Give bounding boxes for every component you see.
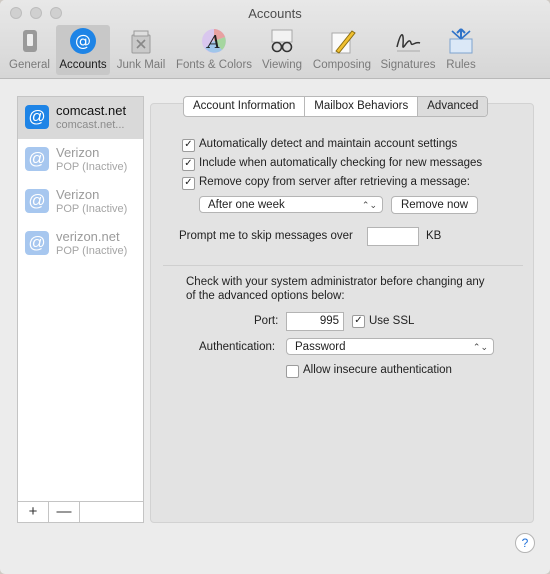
at-sign-icon: @ <box>25 231 49 255</box>
tab-bar: Account Information Mailbox Behaviors Ad… <box>183 96 489 117</box>
account-item-comcast[interactable]: @ comcast.net comcast.net... <box>18 97 143 139</box>
toolbar-viewing[interactable]: Viewing <box>259 25 305 75</box>
svg-text:A: A <box>206 32 221 53</box>
separator <box>163 265 523 266</box>
at-sign-icon: @ <box>25 105 49 129</box>
tab-account-information[interactable]: Account Information <box>184 97 306 116</box>
signature-icon <box>396 34 421 52</box>
account-item-verizon-net[interactable]: @ verizon.net POP (Inactive) <box>18 223 143 265</box>
chevron-up-down-icon: ⌃⌄ <box>472 342 488 352</box>
auto-detect-label: Automatically detect and maintain accoun… <box>199 138 458 150</box>
pencil-paper-icon <box>331 30 356 54</box>
window-title: Accounts <box>248 6 302 21</box>
trash-bin-icon <box>131 30 151 54</box>
accounts-sidebar: @ comcast.net comcast.net... @ Verizon P… <box>17 96 144 523</box>
remove-now-button[interactable]: Remove now <box>391 196 478 214</box>
auto-detect-checkbox[interactable]: ✓ <box>182 139 195 152</box>
accounts-window: Accounts General @ Accounts Junk Mail A … <box>0 0 550 574</box>
remove-copy-checkbox[interactable]: ✓ <box>182 177 195 190</box>
toolbar-general[interactable]: General <box>6 25 53 75</box>
include-checking-label: Include when automatically checking for … <box>199 157 483 169</box>
toolbar-rules[interactable]: Rules <box>442 25 480 75</box>
at-sign-icon: @ <box>25 189 49 213</box>
remove-after-value: After one week <box>208 199 285 211</box>
admin-note: Check with your system administrator bef… <box>186 276 485 302</box>
remove-after-popup[interactable]: After one week ⌃⌄ <box>199 196 383 213</box>
rules-arrows-icon <box>449 28 473 54</box>
kb-unit-label: KB <box>426 230 442 242</box>
toolbar-fonts-colors[interactable]: A Fonts & Colors <box>172 25 256 75</box>
general-switch-icon <box>22 30 37 52</box>
authentication-label: Authentication: <box>199 341 276 353</box>
svg-text:@: @ <box>75 31 91 50</box>
port-label: Port: <box>254 315 279 327</box>
toolbar-junk-mail[interactable]: Junk Mail <box>113 25 169 75</box>
authentication-popup[interactable]: Password ⌃⌄ <box>286 338 494 355</box>
prompt-skip-kb-field[interactable] <box>367 227 419 246</box>
tab-mailbox-behaviors[interactable]: Mailbox Behaviors <box>305 97 419 116</box>
tab-advanced[interactable]: Advanced <box>418 97 488 116</box>
at-sign-icon: @ <box>70 28 96 54</box>
allow-insecure-label: Allow insecure authentication <box>303 364 452 376</box>
at-sign-icon: @ <box>25 147 49 171</box>
include-checking-checkbox[interactable]: ✓ <box>182 158 195 171</box>
chevron-up-down-icon: ⌃⌄ <box>361 200 377 210</box>
toolbar-signatures[interactable]: Signatures <box>378 25 438 75</box>
port-field[interactable]: 995 <box>286 312 344 331</box>
remove-account-button[interactable]: — <box>49 502 80 522</box>
use-ssl-label: Use SSL <box>369 315 415 327</box>
use-ssl-checkbox[interactable]: ✓ <box>352 315 365 328</box>
toolbar-composing[interactable]: Composing <box>309 25 375 75</box>
toolbar-accounts[interactable]: @ Accounts <box>56 25 110 75</box>
prompt-skip-label: Prompt me to skip messages over <box>179 230 353 242</box>
authentication-value: Password <box>295 341 346 353</box>
sidebar-footer: + — <box>18 501 143 522</box>
help-button[interactable]: ? <box>515 533 535 553</box>
title-bar: Accounts General @ Accounts Junk Mail A … <box>0 0 550 79</box>
glasses-icon <box>271 29 293 53</box>
account-item-verizon-2[interactable]: @ Verizon POP (Inactive) <box>18 181 143 223</box>
remove-copy-label: Remove copy from server after retrieving… <box>199 176 470 188</box>
allow-insecure-checkbox[interactable] <box>286 365 299 378</box>
account-item-verizon-1[interactable]: @ Verizon POP (Inactive) <box>18 139 143 181</box>
add-account-button[interactable]: + <box>18 502 49 522</box>
font-color-wheel-icon: A <box>202 29 226 53</box>
